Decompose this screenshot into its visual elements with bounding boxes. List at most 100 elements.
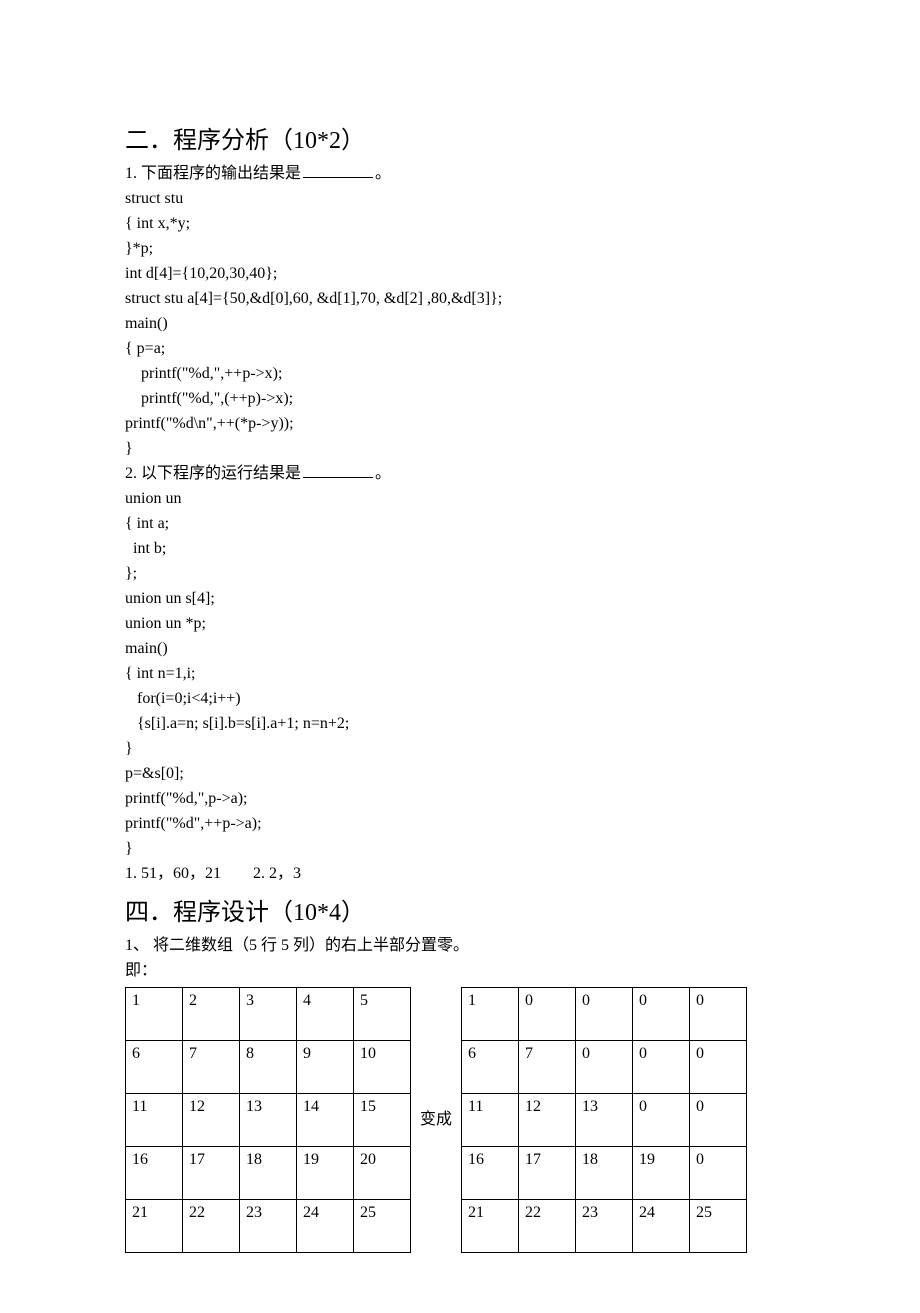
table-cell: 3 bbox=[240, 988, 297, 1041]
table-cell: 8 bbox=[240, 1041, 297, 1094]
table-cell: 20 bbox=[354, 1147, 411, 1200]
q2-code-8: for(i=0;i<4;i++) bbox=[125, 686, 795, 711]
q1-prompt-post: 。 bbox=[375, 165, 391, 182]
q2-blank bbox=[303, 463, 373, 478]
table-row: 21 22 23 24 25 bbox=[462, 1200, 747, 1253]
q1-code-6: { p=a; bbox=[125, 336, 795, 361]
table-cell: 11 bbox=[462, 1094, 519, 1147]
q2-prompt-pre: 2. 以下程序的运行结果是 bbox=[125, 465, 301, 482]
table-cell: 13 bbox=[576, 1094, 633, 1147]
table-cell: 4 bbox=[297, 988, 354, 1041]
table-row: 6 7 0 0 0 bbox=[462, 1041, 747, 1094]
q2-code-5: union un *p; bbox=[125, 611, 795, 636]
q1-code-0: struct stu bbox=[125, 186, 795, 211]
table-cell: 0 bbox=[633, 1094, 690, 1147]
table-cell: 22 bbox=[519, 1200, 576, 1253]
q1-blank bbox=[303, 163, 373, 178]
table-cell: 7 bbox=[183, 1041, 240, 1094]
table-row: 16 17 18 19 0 bbox=[462, 1147, 747, 1200]
q2-code-12: printf("%d,",p->a); bbox=[125, 786, 795, 811]
table-cell: 7 bbox=[519, 1041, 576, 1094]
table-cell: 12 bbox=[183, 1094, 240, 1147]
right-table: 1 0 0 0 0 6 7 0 0 0 11 12 13 0 0 16 bbox=[461, 987, 747, 1253]
table-cell: 9 bbox=[297, 1041, 354, 1094]
table-cell: 18 bbox=[240, 1147, 297, 1200]
mid-label: 变成 bbox=[411, 987, 461, 1253]
q2-code-9: {s[i].a=n; s[i].b=s[i].a+1; n=n+2; bbox=[125, 711, 795, 736]
table-row: 21 22 23 24 25 bbox=[126, 1200, 411, 1253]
q2-code-4: union un s[4]; bbox=[125, 586, 795, 611]
table-row: 6 7 8 9 10 bbox=[126, 1041, 411, 1094]
q1-code-7: printf("%d,",++p->x); bbox=[125, 361, 795, 386]
q2-code-6: main() bbox=[125, 636, 795, 661]
table-cell: 0 bbox=[576, 1041, 633, 1094]
q1-code-2: }*p; bbox=[125, 236, 795, 261]
table-cell: 18 bbox=[576, 1147, 633, 1200]
q1-prompt-pre: 1. 下面程序的输出结果是 bbox=[125, 165, 301, 182]
table-cell: 0 bbox=[690, 1094, 747, 1147]
q1-code-3: int d[4]={10,20,30,40}; bbox=[125, 261, 795, 286]
q2-code-14: } bbox=[125, 836, 795, 861]
q2-code-7: { int n=1,i; bbox=[125, 661, 795, 686]
table-cell: 0 bbox=[633, 1041, 690, 1094]
q2-code-1: { int a; bbox=[125, 511, 795, 536]
table-cell: 0 bbox=[690, 988, 747, 1041]
table-cell: 24 bbox=[297, 1200, 354, 1253]
table-cell: 6 bbox=[462, 1041, 519, 1094]
table-cell: 12 bbox=[519, 1094, 576, 1147]
tables-wrap: 1 2 3 4 5 6 7 8 9 10 11 12 13 14 15 16 bbox=[125, 987, 795, 1253]
q1-code-10: } bbox=[125, 436, 795, 461]
q2-code-10: } bbox=[125, 736, 795, 761]
table-cell: 17 bbox=[183, 1147, 240, 1200]
table-cell: 5 bbox=[354, 988, 411, 1041]
table-cell: 19 bbox=[633, 1147, 690, 1200]
q1-code-5: main() bbox=[125, 311, 795, 336]
table-cell: 22 bbox=[183, 1200, 240, 1253]
table-cell: 10 bbox=[354, 1041, 411, 1094]
table-cell: 19 bbox=[297, 1147, 354, 1200]
table-cell: 16 bbox=[462, 1147, 519, 1200]
table-cell: 1 bbox=[126, 988, 183, 1041]
table-row: 16 17 18 19 20 bbox=[126, 1147, 411, 1200]
table-cell: 6 bbox=[126, 1041, 183, 1094]
q1-prompt: 1. 下面程序的输出结果是 。 bbox=[125, 161, 795, 186]
table-cell: 21 bbox=[462, 1200, 519, 1253]
q1-code-1: { int x,*y; bbox=[125, 211, 795, 236]
table-cell: 2 bbox=[183, 988, 240, 1041]
table-row: 1 0 0 0 0 bbox=[462, 988, 747, 1041]
q2-code-11: p=&s[0]; bbox=[125, 761, 795, 786]
q2-prompt: 2. 以下程序的运行结果是 。 bbox=[125, 461, 795, 486]
q1-code-4: struct stu a[4]={50,&d[0],60, &d[1],70, … bbox=[125, 286, 795, 311]
q2-code-3: }; bbox=[125, 561, 795, 586]
table-cell: 25 bbox=[690, 1200, 747, 1253]
q2-code-13: printf("%d",++p->a); bbox=[125, 811, 795, 836]
section-2-answers: 1. 51，60，21 2. 2，3 bbox=[125, 861, 795, 886]
q2-prompt-post: 。 bbox=[375, 465, 391, 482]
table-cell: 21 bbox=[126, 1200, 183, 1253]
table-cell: 14 bbox=[297, 1094, 354, 1147]
table-cell: 11 bbox=[126, 1094, 183, 1147]
table-cell: 16 bbox=[126, 1147, 183, 1200]
table-cell: 24 bbox=[633, 1200, 690, 1253]
s4-q1-line1: 1、 将二维数组（5 行 5 列）的右上半部分置零。 bbox=[125, 933, 795, 958]
table-cell: 0 bbox=[690, 1041, 747, 1094]
table-cell: 13 bbox=[240, 1094, 297, 1147]
table-cell: 23 bbox=[576, 1200, 633, 1253]
table-cell: 0 bbox=[576, 988, 633, 1041]
table-cell: 25 bbox=[354, 1200, 411, 1253]
table-row: 11 12 13 14 15 bbox=[126, 1094, 411, 1147]
left-table: 1 2 3 4 5 6 7 8 9 10 11 12 13 14 15 16 bbox=[125, 987, 411, 1253]
table-cell: 0 bbox=[690, 1147, 747, 1200]
q1-code-8: printf("%d,",(++p)->x); bbox=[125, 386, 795, 411]
table-cell: 15 bbox=[354, 1094, 411, 1147]
q2-code-2: int b; bbox=[125, 536, 795, 561]
table-cell: 0 bbox=[633, 988, 690, 1041]
table-cell: 1 bbox=[462, 988, 519, 1041]
table-cell: 0 bbox=[519, 988, 576, 1041]
q1-code-9: printf("%d\n",++(*p->y)); bbox=[125, 411, 795, 436]
q2-code-0: union un bbox=[125, 486, 795, 511]
table-row: 1 2 3 4 5 bbox=[126, 988, 411, 1041]
table-cell: 23 bbox=[240, 1200, 297, 1253]
s4-q1-line2: 即： bbox=[125, 958, 795, 983]
section-4-title: 四．程序设计（10*4） bbox=[125, 892, 795, 927]
